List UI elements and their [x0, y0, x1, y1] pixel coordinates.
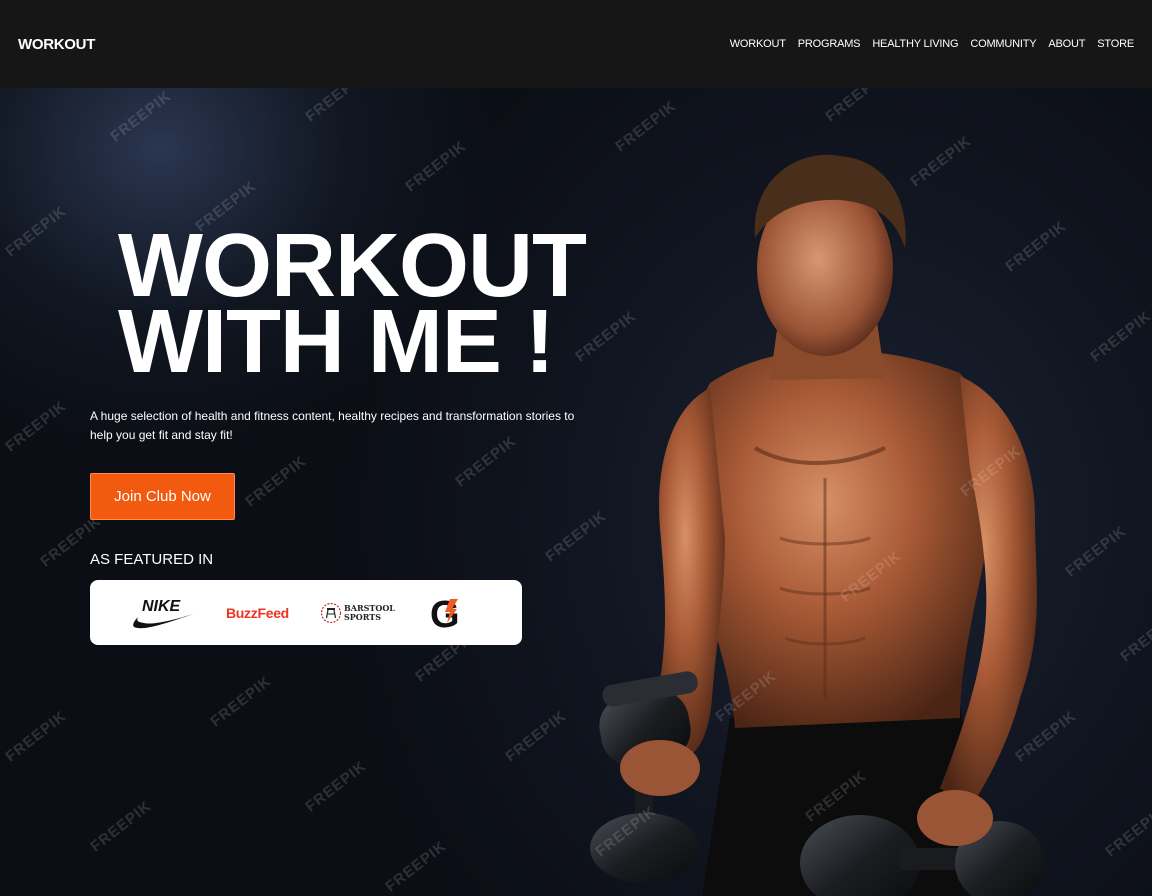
athlete-photo — [590, 154, 1045, 896]
watermark-text: FREEPIK — [2, 707, 70, 766]
nav-link-programs[interactable]: PROGRAMS — [798, 38, 861, 50]
nav-link-store[interactable]: STORE — [1097, 38, 1134, 50]
hero-section: FREEPIK FREEPIK FREEPIK FREEPIK FREEPIK … — [0, 88, 1152, 896]
watermark-text: FREEPIK — [242, 452, 310, 511]
featured-logos-panel: NIKE BuzzFeed BARSTOOL SPORTS G — [90, 580, 522, 645]
watermark-text: FREEPIK — [402, 137, 470, 196]
watermark-text: FREEPIK — [2, 202, 70, 261]
hero-subtext: A huge selection of health and fitness c… — [90, 409, 575, 442]
gatorade-logo: G — [428, 580, 468, 645]
nike-wordmark: NIKE — [142, 598, 182, 615]
main-nav: WORKOUT PROGRAMS HEALTHY LIVING COMMUNIT… — [718, 38, 1135, 50]
buzzfeed-logo: BuzzFeed — [226, 580, 289, 645]
top-navbar: WORKOUT WORKOUT PROGRAMS HEALTHY LIVING … — [0, 0, 1152, 88]
barstool-wordmark: BARSTOOL SPORTS — [344, 603, 395, 622]
brand-logo[interactable]: WORKOUT — [18, 36, 95, 53]
nav-link-about[interactable]: ABOUT — [1048, 38, 1085, 50]
hero-headline-line2: WITH ME ! — [118, 292, 555, 392]
watermark-text: FREEPIK — [87, 797, 155, 856]
nav-link-community[interactable]: COMMUNITY — [970, 38, 1036, 50]
nav-link-healthy-living[interactable]: HEALTHY LIVING — [872, 38, 958, 50]
barstool-stool-icon — [320, 602, 342, 623]
hero-headline: WORKOUT WITH ME ! — [118, 221, 587, 392]
nike-swoosh-icon: NIKE — [133, 598, 196, 628]
watermark-text: FREEPIK — [302, 757, 370, 816]
featured-in-label: AS FEATURED IN — [90, 551, 214, 568]
buzzfeed-wordmark: BuzzFeed — [226, 604, 289, 621]
watermark-text: FREEPIK — [1117, 607, 1152, 666]
watermark-text: FREEPIK — [207, 672, 275, 731]
gatorade-bolt-icon: G — [430, 594, 460, 633]
nike-logo: NIKE — [132, 580, 198, 645]
watermark-text: FREEPIK — [382, 837, 450, 896]
join-club-button[interactable]: Join Club Now — [90, 473, 235, 520]
watermark-text: FREEPIK — [2, 397, 70, 456]
nav-link-workout[interactable]: WORKOUT — [730, 38, 786, 50]
watermark-text: FREEPIK — [1102, 802, 1152, 861]
barstool-line2: SPORTS — [344, 611, 381, 622]
watermark-text: FREEPIK — [107, 88, 175, 146]
barstool-sports-logo: BARSTOOL SPORTS — [320, 580, 395, 645]
watermark-text: FREEPIK — [302, 88, 370, 126]
